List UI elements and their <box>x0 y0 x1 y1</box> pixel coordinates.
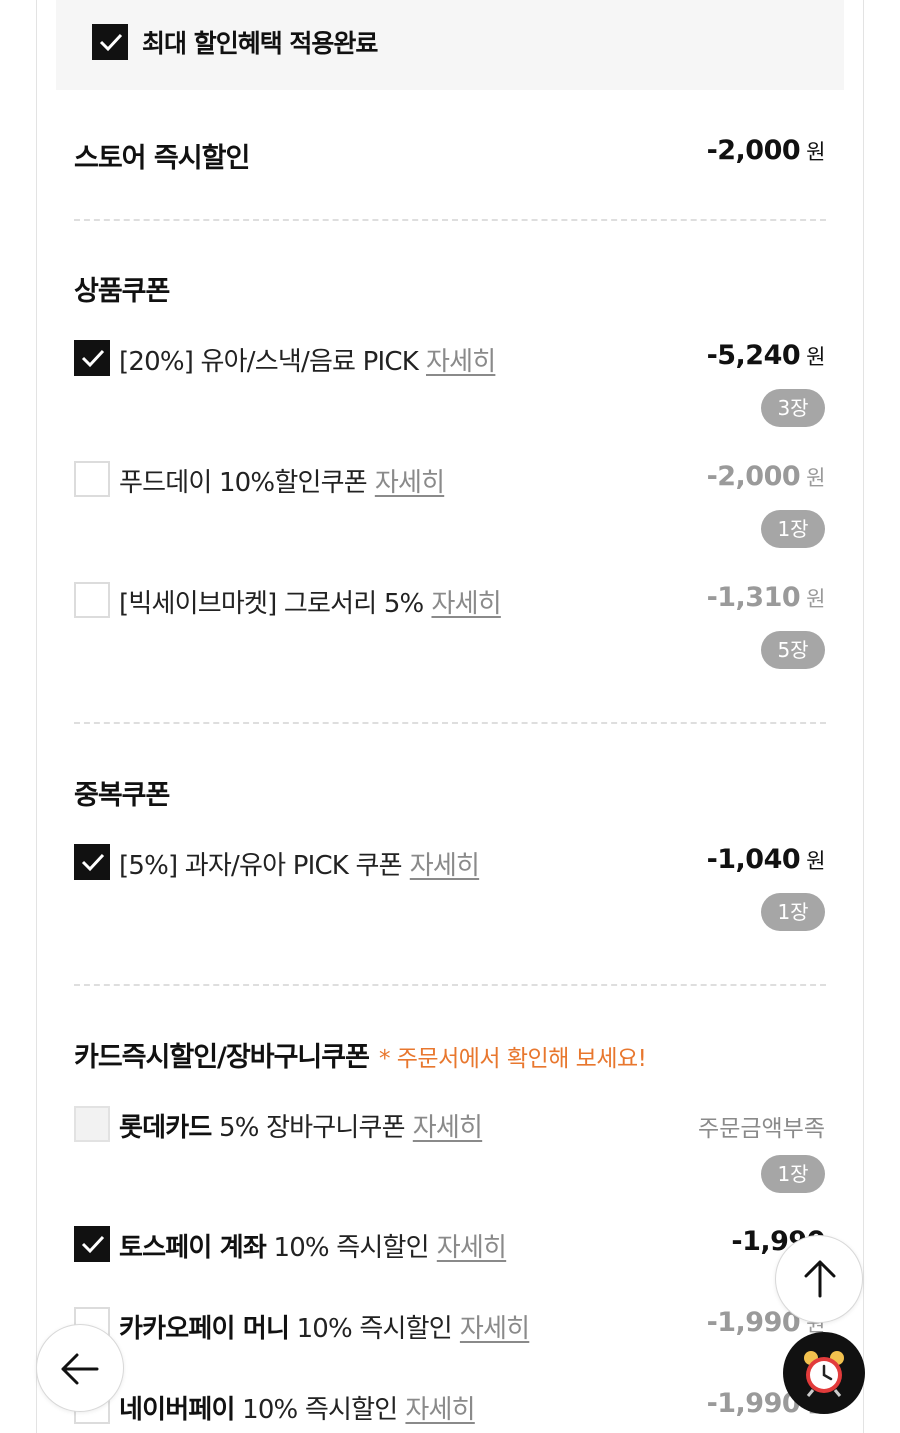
divider <box>74 219 826 221</box>
coupon-label: [빅세이브마켓] 그로서리 5% 자세히 <box>119 589 502 619</box>
coupon-label: 카카오페이 머니 10% 즉시할인 자세히 <box>119 1314 530 1344</box>
coupon-detail-link[interactable]: 자세히 <box>413 1113 483 1143</box>
coupon-detail-link[interactable]: 자세히 <box>375 468 445 498</box>
coupon-count-badge[interactable]: 1장 <box>761 893 825 931</box>
check-icon <box>81 349 105 368</box>
coupon-count-badge[interactable]: 1장 <box>761 1155 825 1193</box>
insufficient-amount-status: 주문금액부족 <box>698 1116 825 1142</box>
coupon-count-badge[interactable]: 1장 <box>761 510 825 548</box>
max-discount-checkbox[interactable] <box>92 24 128 60</box>
coupon-detail-link[interactable]: 자세히 <box>410 851 480 881</box>
coupon-detail-link[interactable]: 자세히 <box>431 589 501 619</box>
coupon-checkbox[interactable] <box>74 461 110 497</box>
arrow-up-icon <box>804 1260 836 1298</box>
coupon-checkbox[interactable] <box>74 582 110 618</box>
scroll-top-button[interactable] <box>775 1235 863 1323</box>
coupon-checkbox-disabled <box>74 1106 110 1142</box>
coupon-label: 푸드데이 10%할인쿠폰 자세히 <box>119 468 445 498</box>
page-frame <box>36 0 864 1433</box>
check-icon <box>81 1235 105 1254</box>
coupon-label: 롯데카드 5% 장바구니쿠폰 자세히 <box>119 1113 483 1143</box>
card-coupons-note: * 주문서에서 확인해 보세요! <box>378 1046 647 1072</box>
store-discount-amount: -2,000 원 <box>706 135 826 166</box>
card-coupons-title: 카드즉시할인/장바구니쿠폰 * 주문서에서 확인해 보세요! <box>74 1042 647 1073</box>
coupon-amount: -2,000 원 <box>706 461 826 492</box>
store-discount-title: 스토어 즉시할인 <box>74 143 250 174</box>
divider <box>74 984 826 986</box>
check-icon <box>99 33 123 52</box>
coupon-amount: -1,310 원 <box>706 582 826 613</box>
alarm-clock-icon <box>804 1351 844 1397</box>
coupon-label: 토스페이 계좌 10% 즉시할인 자세히 <box>119 1233 507 1263</box>
coupon-label: [5%] 과자/유아 PICK 쿠폰 자세히 <box>119 851 480 881</box>
back-button[interactable] <box>36 1324 124 1412</box>
banner-title: 최대 할인혜택 적용완료 <box>142 29 378 58</box>
coupon-count-badge[interactable]: 5장 <box>761 631 825 669</box>
coupon-amount: -5,240 원 <box>706 340 826 371</box>
coupon-label: [20%] 유아/스낵/음료 PICK 자세히 <box>119 347 496 377</box>
coupon-detail-link[interactable]: 자세히 <box>437 1233 507 1263</box>
coupon-checkbox[interactable] <box>74 340 110 376</box>
product-coupons-title: 상품쿠폰 <box>74 276 170 307</box>
coupon-count-badge[interactable]: 3장 <box>761 389 825 427</box>
coupon-checkbox[interactable] <box>74 1226 110 1262</box>
coupon-detail-link[interactable]: 자세히 <box>426 347 496 377</box>
alarm-button[interactable] <box>783 1332 865 1414</box>
arrow-left-icon <box>61 1353 99 1385</box>
dup-coupons-title: 중복쿠폰 <box>74 780 170 811</box>
coupon-label: 네이버페이 10% 즉시할인 자세히 <box>119 1395 476 1425</box>
check-icon <box>81 853 105 872</box>
coupon-detail-link[interactable]: 자세히 <box>405 1395 475 1425</box>
coupon-amount: -1,040 원 <box>706 844 826 875</box>
coupon-checkbox[interactable] <box>74 844 110 880</box>
divider <box>74 722 826 724</box>
coupon-detail-link[interactable]: 자세히 <box>460 1314 530 1344</box>
